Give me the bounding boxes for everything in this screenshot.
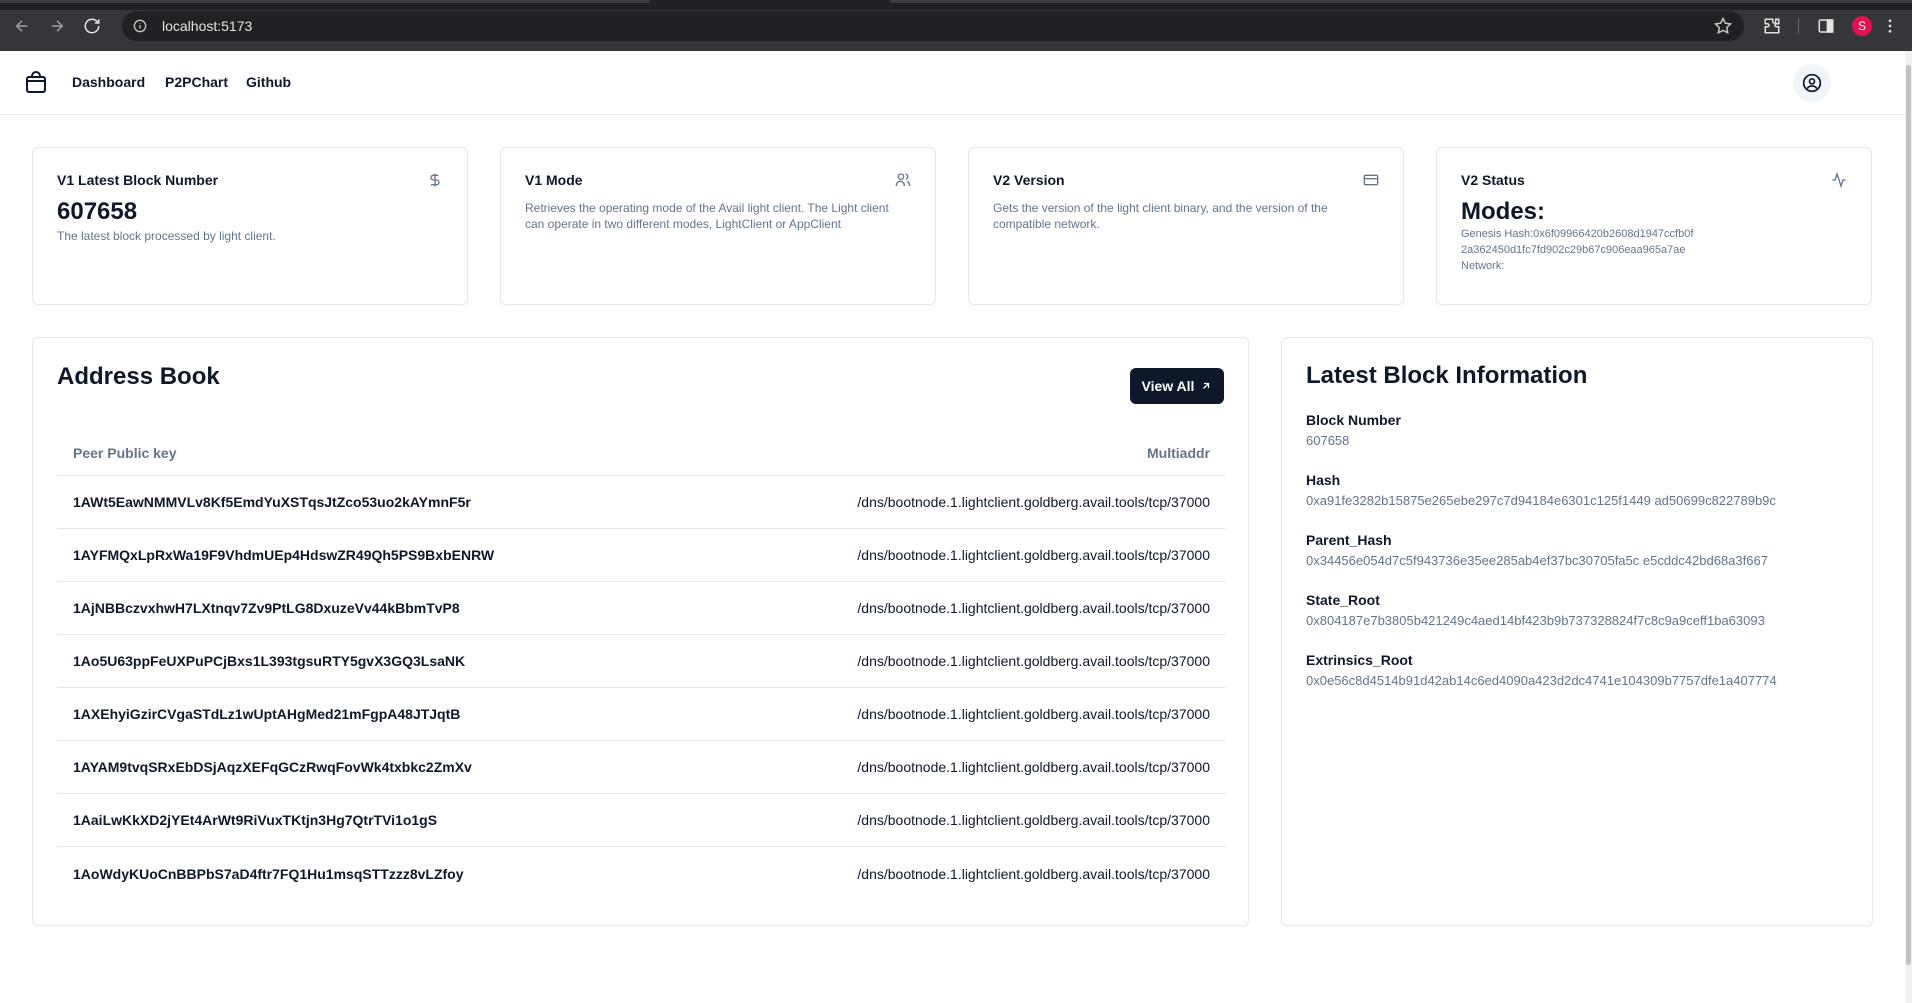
table-row[interactable]: 1Ao5U63ppFeUXPuPCjBxs1L393tgsuRTY5gvX3GQ… xyxy=(57,635,1226,688)
stat-card-v1-mode: V1 Mode Retrieves the operating mode of … xyxy=(500,147,936,305)
field-value: 0x34456e054d7c5f943736e35ee285ab4ef37bc3… xyxy=(1306,553,1768,568)
latest-block-title: Latest Block Information xyxy=(1306,362,1588,389)
field-value: 0x804187e7b3805b421249c4aed14bf423b9b737… xyxy=(1306,613,1765,628)
field-label: Extrinsics_Root xyxy=(1306,652,1413,668)
table-row[interactable]: 1AYFMQxLpRxWa19F9VhdmUEp4HdswZR49Qh5PS9B… xyxy=(57,529,1226,582)
user-account-button[interactable] xyxy=(1793,64,1831,102)
reload-icon[interactable] xyxy=(80,14,104,38)
stat-label: V2 Version xyxy=(993,172,1065,188)
stat-description: The latest block processed by light clie… xyxy=(57,229,276,243)
menu-kebab-icon[interactable] xyxy=(1878,14,1902,38)
tab-strip xyxy=(0,0,1912,10)
stat-label: V2 Status xyxy=(1461,172,1525,188)
peer-key: 1AWt5EawNMMVLv8Kf5EmdYuXSTqsJtZco53uo2kA… xyxy=(73,494,471,510)
stat-description: Retrieves the operating mode of the Avai… xyxy=(525,201,889,231)
nav-link-p2pchart[interactable]: P2PChart xyxy=(165,74,228,90)
multiaddr: /dns/bootnode.1.lightclient.goldberg.ava… xyxy=(857,494,1210,510)
stat-card-v2-status: V2 Status Modes: Genesis Hash:0x6f099664… xyxy=(1436,147,1872,305)
peer-key: 1AaiLwKkXD2jYEt4ArWt9RiVuxTKtjn3Hg7QtrTV… xyxy=(73,812,438,828)
profile-avatar[interactable]: S xyxy=(1852,16,1872,36)
nav-link-github[interactable]: Github xyxy=(246,74,291,90)
credit-card-icon xyxy=(1363,172,1379,188)
field-label: Block Number xyxy=(1306,412,1401,428)
shopping-bag-logo-icon[interactable] xyxy=(24,71,48,95)
stat-label: V1 Mode xyxy=(525,172,583,188)
latest-block-card: Latest Block Information Block Number 60… xyxy=(1281,337,1873,926)
column-header-peer-key[interactable]: Peer Public key xyxy=(73,445,177,461)
multiaddr: /dns/bootnode.1.lightclient.goldberg.ava… xyxy=(857,865,1210,882)
back-icon[interactable] xyxy=(10,14,34,38)
address-book-card: Address Book View All Peer Public key Mu… xyxy=(32,337,1249,926)
hash-field: Hash 0xa91fe3282b15875e265ebe297c7d94184… xyxy=(1306,472,1848,508)
user-circle-icon xyxy=(1802,73,1822,93)
peer-key: 1AYAM9tvqSRxEbDSjAqzXEFqGCzRwqFovWk4txbk… xyxy=(73,759,472,775)
table-row[interactable]: 1AaiLwKkXD2jYEt4ArWt9RiVuxTKtjn3Hg7QtrTV… xyxy=(57,794,1226,847)
parent-hash-field: Parent_Hash 0x34456e054d7c5f943736e35ee2… xyxy=(1306,532,1848,568)
multiaddr: /dns/bootnode.1.lightclient.goldberg.ava… xyxy=(857,759,1210,775)
table-row[interactable]: 1AoWdyKUoCnBBPbS7aD4ftr7FQ1Hu1msqSTTzzz8… xyxy=(57,847,1226,900)
bookmark-star-icon[interactable] xyxy=(1713,16,1733,35)
table-header: Peer Public key Multiaddr xyxy=(57,430,1226,476)
state-root-field: State_Root 0x804187e7b3805b421249c4aed14… xyxy=(1306,592,1848,628)
table-row[interactable]: 1AjNBBczvxhwH7LXtnqv7Zv9PtLG8DxuzeVv44kB… xyxy=(57,582,1226,635)
dollar-icon xyxy=(427,172,443,188)
field-value: 0xa91fe3282b15875e265ebe297c7d94184e6301… xyxy=(1306,493,1776,508)
forward-icon[interactable] xyxy=(45,14,69,38)
site-info-icon[interactable] xyxy=(132,18,148,34)
nav-link-dashboard[interactable]: Dashboard xyxy=(72,74,145,90)
stat-card-latest-block: V1 Latest Block Number 607658 The latest… xyxy=(32,147,468,305)
peer-key: 1Ao5U63ppFeUXPuPCjBxs1L393tgsuRTY5gvX3GQ… xyxy=(73,653,466,669)
extrinsics-root-field: Extrinsics_Root 0x0e56c8d4514b91d42ab14c… xyxy=(1306,652,1848,688)
toolbar-divider xyxy=(1798,18,1799,34)
peer-key: 1AjNBBczvxhwH7LXtnqv7Zv9PtLG8DxuzeVv44kB… xyxy=(73,600,460,616)
multiaddr: /dns/bootnode.1.lightclient.goldberg.ava… xyxy=(857,653,1210,669)
stat-label: V1 Latest Block Number xyxy=(57,172,219,188)
network-text: Network: xyxy=(1461,260,1505,272)
table-row[interactable]: 1AXEhyiGzirCVgaSTdLz1wUptAHgMed21mFgpA48… xyxy=(57,688,1226,741)
scrollbar-thumb[interactable] xyxy=(1906,65,1911,965)
field-value: 0x0e56c8d4514b91d42ab14c6ed4090a423d2dc4… xyxy=(1306,673,1777,688)
app-root: Dashboard P2PChart Github V1 Latest Bloc… xyxy=(0,51,1905,1003)
tab-indicator[interactable] xyxy=(890,0,1912,3)
peer-key: 1AXEhyiGzirCVgaSTdLz1wUptAHgMed21mFgpA48… xyxy=(73,706,461,722)
multiaddr: /dns/bootnode.1.lightclient.goldberg.ava… xyxy=(857,547,1210,563)
page-scrollbar[interactable] xyxy=(1905,51,1912,1003)
side-panel-icon[interactable] xyxy=(1814,14,1838,38)
address-book-title: Address Book xyxy=(57,363,220,390)
stat-value: Modes: xyxy=(1461,198,1545,225)
view-all-label: View All xyxy=(1141,378,1195,394)
table-row[interactable]: 1AYAM9tvqSRxEbDSjAqzXEFqGCzRwqFovWk4txbk… xyxy=(57,741,1226,794)
field-label: Parent_Hash xyxy=(1306,532,1392,548)
multiaddr: /dns/bootnode.1.lightclient.goldberg.ava… xyxy=(857,706,1210,722)
field-label: Hash xyxy=(1306,472,1341,488)
column-header-multiaddr[interactable]: Multiaddr xyxy=(1147,445,1210,461)
multiaddr: /dns/bootnode.1.lightclient.goldberg.ava… xyxy=(857,600,1210,616)
peer-key: 1AYFMQxLpRxWa19F9VhdmUEp4HdswZR49Qh5PS9B… xyxy=(73,547,495,563)
address-bar[interactable]: localhost:5173 xyxy=(122,11,1744,41)
block-number-field: Block Number 607658 xyxy=(1306,412,1848,448)
stat-description: Gets the version of the light client bin… xyxy=(993,201,1328,231)
table-row[interactable]: 1AWt5EawNMMVLv8Kf5EmdYuXSTqsJtZco53uo2kA… xyxy=(57,476,1226,529)
users-icon xyxy=(895,172,911,188)
genesis-hash-text: Genesis Hash:0x6f09966420b2608d1947ccfb0… xyxy=(1461,228,1694,256)
arrow-up-right-icon xyxy=(1203,382,1210,389)
peer-key: 1AoWdyKUoCnBBPbS7aD4ftr7FQ1Hu1msqSTTzzz8… xyxy=(73,865,464,882)
view-all-button[interactable]: View All xyxy=(1130,368,1224,404)
tab-indicator[interactable] xyxy=(0,0,650,3)
browser-chrome: localhost:5173 S xyxy=(0,0,1912,51)
field-label: State_Root xyxy=(1306,592,1380,608)
url-text[interactable]: localhost:5173 xyxy=(162,18,252,34)
activity-icon xyxy=(1831,171,1847,189)
peer-table: Peer Public key Multiaddr 1AWt5EawNMMVLv… xyxy=(57,430,1226,900)
extensions-icon[interactable] xyxy=(1760,14,1784,38)
field-value: 607658 xyxy=(1306,433,1350,448)
stat-value: 607658 xyxy=(57,198,138,225)
top-navbar: Dashboard P2PChart Github xyxy=(0,51,1905,115)
multiaddr: /dns/bootnode.1.lightclient.goldberg.ava… xyxy=(857,812,1210,828)
stat-card-v2-version: V2 Version Gets the version of the light… xyxy=(968,147,1404,305)
